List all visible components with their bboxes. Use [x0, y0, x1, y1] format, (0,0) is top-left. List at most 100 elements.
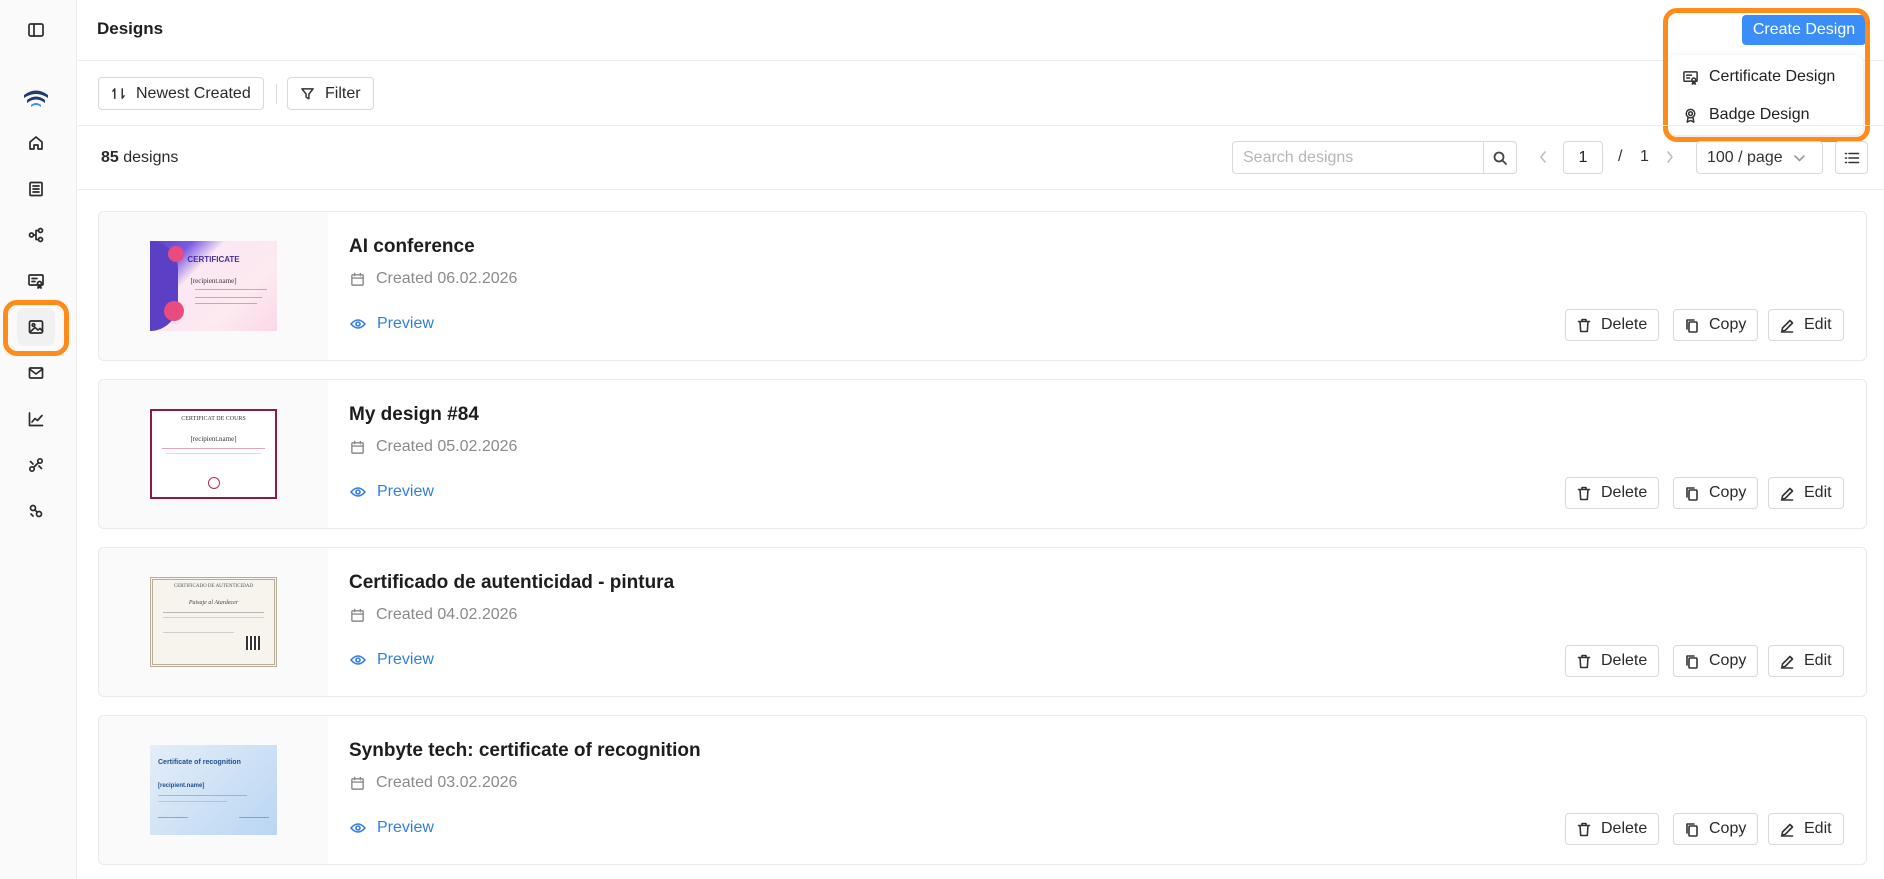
eye-icon — [350, 655, 366, 665]
page-title: Designs — [97, 19, 164, 38]
preview-link[interactable]: Preview — [350, 315, 434, 333]
delete-button[interactable]: Delete — [1565, 813, 1660, 845]
page-size-select[interactable]: 100 / page — [1696, 141, 1823, 174]
edit-button[interactable]: Edit — [1768, 309, 1844, 341]
copy-button[interactable]: Copy — [1673, 477, 1759, 509]
design-thumbnail[interactable]: CERTIFICADO DE AUTENTICIDAD Paisaje al A… — [99, 548, 328, 696]
search-box — [1232, 141, 1517, 174]
created-date: Created 06.02.2026 — [376, 270, 518, 287]
count-suffix: designs — [123, 149, 179, 166]
trash-icon — [1577, 654, 1591, 668]
calendar-icon — [351, 776, 364, 790]
design-thumbnail[interactable]: Certificate of recognition [recipient.na… — [99, 716, 328, 864]
copy-label: Copy — [1709, 652, 1747, 669]
edit-label: Edit — [1804, 316, 1832, 333]
design-count: 85 designs — [101, 149, 178, 167]
trash-icon — [1577, 486, 1591, 500]
design-card: Certificate of recognition [recipient.na… — [98, 715, 1867, 865]
calendar-icon — [351, 608, 364, 622]
page-number-input[interactable] — [1563, 141, 1603, 174]
design-title[interactable]: My design #84 — [349, 404, 479, 426]
chart-icon[interactable] — [17, 400, 55, 438]
delete-button[interactable]: Delete — [1565, 477, 1660, 509]
filter-button[interactable]: Filter — [287, 77, 374, 110]
eye-icon — [350, 319, 366, 329]
design-thumbnail[interactable]: CERTIFICATE [recipient.name] — [99, 212, 328, 360]
edit-label: Edit — [1804, 652, 1832, 669]
design-card: CERTIFICATE [recipient.name] AI conferen… — [98, 211, 1867, 361]
sort-button[interactable]: Newest Created — [98, 77, 264, 110]
search-input[interactable] — [1233, 142, 1483, 173]
thumb-title: CERTIFICATE — [187, 255, 240, 264]
logo-icon[interactable] — [17, 78, 55, 116]
list-icon — [1844, 152, 1859, 163]
prev-page-button[interactable] — [1534, 147, 1552, 167]
chevron-right-icon — [1667, 151, 1673, 163]
edit-button[interactable]: Edit — [1768, 645, 1844, 677]
trash-icon — [1577, 318, 1591, 332]
design-card: CERTIFICADO DE AUTENTICIDAD Paisaje al A… — [98, 547, 1867, 697]
certificate-preview-image: Certificate of recognition [recipient.na… — [150, 745, 277, 835]
next-page-button[interactable] — [1661, 147, 1679, 167]
calendar-icon — [351, 272, 364, 286]
integration-icon[interactable] — [17, 446, 55, 484]
delete-label: Delete — [1601, 484, 1648, 501]
design-title[interactable]: AI conference — [349, 236, 475, 258]
eye-icon — [350, 823, 366, 833]
created-date: Created 03.02.2026 — [376, 774, 518, 791]
edit-button[interactable]: Edit — [1768, 813, 1844, 845]
chevron-left-icon — [1540, 151, 1546, 163]
design-title[interactable]: Synbyte tech: certificate of recognition — [349, 740, 701, 762]
edit-label: Edit — [1804, 820, 1832, 837]
thumb-name: [recipient.name] — [190, 435, 237, 443]
copy-button[interactable]: Copy — [1673, 309, 1759, 341]
preview-label: Preview — [377, 651, 434, 668]
calendar-icon — [351, 440, 364, 454]
preview-link[interactable]: Preview — [350, 483, 434, 501]
sidebar — [0, 0, 77, 879]
mail-icon[interactable] — [17, 354, 55, 392]
list-controls: 85 designs / 1 100 / page — [78, 127, 1884, 190]
copy-label: Copy — [1709, 316, 1747, 333]
copy-icon — [1686, 486, 1698, 501]
edit-button[interactable]: Edit — [1768, 477, 1844, 509]
trash-icon — [1577, 822, 1591, 836]
created-date: Created 05.02.2026 — [376, 438, 518, 455]
delete-button[interactable]: Delete — [1565, 645, 1660, 677]
panel-toggle-icon[interactable] — [17, 11, 55, 49]
search-button[interactable] — [1483, 142, 1516, 173]
design-title[interactable]: Certificado de autenticidad - pintura — [349, 572, 674, 594]
design-created: Created 03.02.2026 — [350, 774, 517, 792]
copy-label: Copy — [1709, 820, 1747, 837]
copy-button[interactable]: Copy — [1673, 645, 1759, 677]
list-view-toggle[interactable] — [1835, 141, 1868, 174]
page-total: 1 — [1640, 148, 1649, 165]
image-icon[interactable] — [17, 308, 55, 346]
workflow-icon[interactable] — [17, 216, 55, 254]
toolbar: Newest Created Filter — [78, 62, 1884, 126]
sort-label: Newest Created — [136, 84, 251, 102]
thumb-title: Certificate of recognition — [158, 759, 241, 766]
create-design-button[interactable]: Create Design — [1742, 15, 1866, 45]
delete-button[interactable]: Delete — [1565, 309, 1660, 341]
header: Designs — [78, 0, 1884, 61]
home-icon[interactable] — [17, 124, 55, 162]
certificate-icon[interactable] — [17, 262, 55, 300]
delete-label: Delete — [1601, 316, 1648, 333]
preview-link[interactable]: Preview — [350, 819, 434, 837]
certificate-preview-image: CERTIFICATE [recipient.name] — [150, 241, 277, 331]
pencil-icon — [1780, 319, 1794, 333]
filter-label: Filter — [325, 84, 361, 102]
pencil-icon — [1780, 823, 1794, 837]
link-icon[interactable] — [17, 492, 55, 530]
filter-icon — [301, 88, 314, 100]
design-thumbnail[interactable]: CERTIFICAT DE COURS [recipient.name] — [99, 380, 328, 528]
preview-link[interactable]: Preview — [350, 651, 434, 669]
design-created: Created 05.02.2026 — [350, 438, 517, 456]
copy-button[interactable]: Copy — [1673, 813, 1759, 845]
thumb-name: Paisaje al Atardecer — [188, 600, 239, 606]
certificate-preview-image: CERTIFICAT DE COURS [recipient.name] — [150, 409, 277, 499]
thumb-title: CERTIFICAT DE COURS — [181, 416, 246, 422]
building-icon[interactable] — [17, 170, 55, 208]
delete-label: Delete — [1601, 652, 1648, 669]
